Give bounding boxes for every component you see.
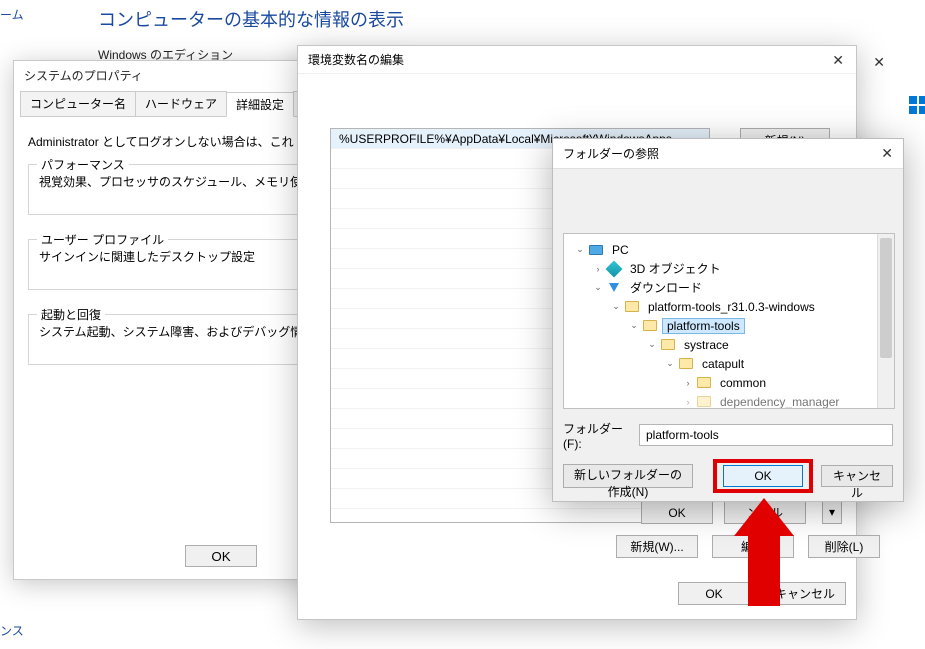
userprofile-group-label: ユーザー プロファイル <box>37 231 168 248</box>
sysprop-ok-button[interactable]: OK <box>185 545 257 567</box>
folder-input[interactable] <box>639 424 893 446</box>
folder-tree[interactable]: ⌄ PC › 3D オブジェクト ⌄ ダウンロード ⌄ platform-too… <box>563 233 895 409</box>
tree-label: catapult <box>698 357 748 371</box>
browse-folder-dialog: フォルダーの参照 ✕ ⌄ PC › 3D オブジェクト ⌄ ダウンロード ⌄ p <box>552 138 904 502</box>
tree-node-pc[interactable]: ⌄ PC <box>568 240 890 259</box>
tree-label: dependency_manager <box>716 395 843 409</box>
folder-icon <box>696 375 712 391</box>
tree-node-downloads[interactable]: ⌄ ダウンロード <box>568 278 890 297</box>
close-icon[interactable]: ✕ <box>881 145 893 162</box>
ok-highlight-box: OK <box>713 459 813 493</box>
folder-icon <box>696 394 712 410</box>
page-title: コンピューターの基本的な情報の表示 <box>0 0 925 32</box>
close-icon[interactable]: ✕ <box>873 54 885 71</box>
folder-icon <box>660 337 676 353</box>
tree-label: ダウンロード <box>626 279 706 296</box>
tab-advanced[interactable]: 詳細設定 <box>226 92 294 117</box>
tree-node-3d[interactable]: › 3D オブジェクト <box>568 259 890 278</box>
expand-toggle-icon[interactable]: ⌄ <box>646 339 658 350</box>
windows-logo-icon <box>909 96 925 114</box>
expand-toggle-icon[interactable]: › <box>682 397 694 407</box>
close-icon[interactable]: ✕ <box>832 52 844 69</box>
folder-icon <box>678 356 694 372</box>
envedit-lower-ok-button[interactable]: OK <box>641 501 713 524</box>
tree-label: 3D オブジェクト <box>626 260 725 277</box>
expand-toggle-icon[interactable]: › <box>682 378 694 388</box>
dropdown-icon[interactable]: ▾ <box>822 501 842 524</box>
startup-group-label: 起動と回復 <box>37 306 105 323</box>
expand-toggle-icon[interactable]: ⌄ <box>574 244 586 255</box>
tab-hardware[interactable]: ハードウェア <box>135 91 227 116</box>
env-cancel-button[interactable]: キャンセル <box>764 582 846 605</box>
browse-title: フォルダーの参照 <box>553 139 903 169</box>
envedit-title: 環境変数名の編集 <box>298 46 856 74</box>
env-new-w-button[interactable]: 新規(W)... <box>616 535 698 558</box>
tree-label: systrace <box>680 338 733 352</box>
performance-group-label: パフォーマンス <box>37 156 129 173</box>
tree-node-catapult[interactable]: ⌄ catapult <box>568 354 890 373</box>
browse-ok-button[interactable]: OK <box>723 465 803 487</box>
folder-field-label: フォルダー(F): <box>563 420 639 451</box>
expand-toggle-icon[interactable]: ⌄ <box>610 301 622 312</box>
env-ok-button[interactable]: OK <box>678 582 750 605</box>
expand-toggle-icon[interactable]: ⌄ <box>592 282 604 293</box>
expand-toggle-icon[interactable]: ⌄ <box>664 358 676 369</box>
tree-node-platform-tools-pkg[interactable]: ⌄ platform-tools_r31.0.3-windows <box>568 297 890 316</box>
browse-cancel-button[interactable]: キャンセル <box>821 465 893 487</box>
tree-label: PC <box>608 243 633 257</box>
home-link[interactable]: ーム <box>0 6 24 23</box>
expand-toggle-icon[interactable]: ⌄ <box>628 320 640 331</box>
env-edit-i-button[interactable]: 編集 <box>712 535 794 558</box>
tree-node-common[interactable]: › common <box>568 373 890 392</box>
cube-icon <box>606 261 622 277</box>
tree-label: common <box>716 376 770 390</box>
pc-icon <box>588 242 604 258</box>
new-folder-button[interactable]: 新しいフォルダーの作成(N) <box>563 464 693 488</box>
tree-node-dependency[interactable]: › dependency_manager <box>568 392 890 409</box>
expand-toggle-icon[interactable]: › <box>592 264 604 274</box>
tree-node-platform-tools[interactable]: ⌄ platform-tools <box>568 316 890 335</box>
env-delete-l-button[interactable]: 削除(L) <box>808 535 880 558</box>
tree-label: platform-tools_r31.0.3-windows <box>644 300 819 314</box>
envedit-lower-cancel-button[interactable]: ンセル <box>724 501 806 524</box>
folder-field-row: フォルダー(F): <box>563 423 893 447</box>
folder-icon <box>642 318 658 334</box>
footer-link[interactable]: ンス <box>0 622 24 639</box>
download-icon <box>606 280 622 296</box>
scrollbar-thumb[interactable] <box>880 238 892 358</box>
scrollbar[interactable] <box>877 234 894 408</box>
folder-icon <box>624 299 640 315</box>
tree-label-selected: platform-tools <box>662 318 745 334</box>
tree-node-systrace[interactable]: ⌄ systrace <box>568 335 890 354</box>
tab-computer-name[interactable]: コンピューター名 <box>20 91 136 116</box>
